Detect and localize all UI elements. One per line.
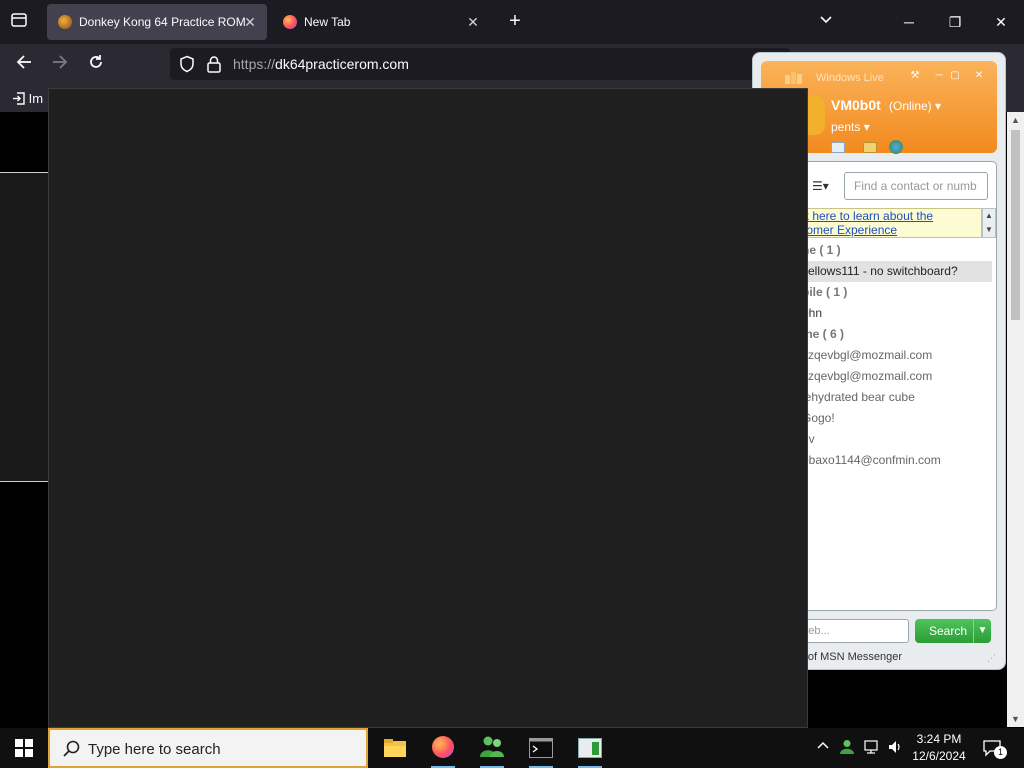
contact-search-input[interactable]: Find a contact or numb	[844, 172, 988, 200]
desktop: Donkey Kong 64 Practice ROM ✕ New Tab ✕ …	[0, 0, 1024, 768]
bookmark-label: Im	[28, 91, 44, 106]
messenger-close-button[interactable]: ✕	[973, 70, 985, 82]
show-hidden-icons-button[interactable]	[812, 728, 834, 768]
chevron-up-icon	[817, 741, 829, 749]
view-options-icon[interactable]: ☰▾	[812, 179, 829, 193]
shield-icon[interactable]	[178, 55, 196, 73]
scroll-up-icon[interactable]: ▲	[1007, 112, 1024, 128]
restore-button[interactable]: ❐	[932, 0, 978, 44]
tab-title: Donkey Kong 64 Practice ROM	[79, 15, 246, 29]
terminal-icon	[529, 738, 553, 758]
banner-line-2: tomer Experience	[803, 223, 898, 237]
display-name[interactable]: VM0b0t	[831, 97, 881, 113]
messenger-minimize-button[interactable]: ─	[933, 70, 945, 82]
windows-logo-icon	[15, 739, 33, 757]
close-tab-icon[interactable]: ✕	[241, 13, 259, 31]
import-bookmarks-button[interactable]: Im	[12, 91, 43, 106]
tab-title: New Tab	[304, 15, 351, 29]
taskbar-search-input[interactable]: Type here to search	[48, 728, 368, 768]
volume-button[interactable]	[884, 728, 906, 768]
lock-icon[interactable]	[206, 55, 222, 73]
messenger-maximize-button[interactable]: ▢	[949, 70, 961, 82]
messenger-tray-button[interactable]	[836, 728, 858, 768]
start-button[interactable]	[0, 728, 48, 768]
firefox-view-button[interactable]	[8, 11, 30, 33]
clock[interactable]: 3:24 PM 12/6/2024	[906, 731, 972, 765]
address-bar[interactable]: https://dk64practicerom.com	[170, 48, 790, 80]
web-search-button[interactable]: Search ▼	[915, 619, 991, 643]
chevron-down-icon[interactable]: ▼	[973, 619, 991, 643]
network-icon	[864, 740, 878, 754]
clock-date: 12/6/2024	[912, 749, 966, 763]
tab-donkey-kong[interactable]: Donkey Kong 64 Practice ROM ✕	[47, 4, 267, 40]
dk-favicon-icon	[58, 15, 72, 29]
firefox-view-icon	[11, 13, 27, 27]
folder-icon	[384, 739, 406, 757]
scroll-down-icon[interactable]: ▼	[1007, 711, 1024, 727]
messenger-tools-icon[interactable]: ⚒	[907, 70, 923, 82]
reload-button[interactable]	[84, 53, 108, 77]
globe-icon[interactable]	[889, 140, 903, 154]
firefox-taskbar-button[interactable]	[423, 732, 463, 768]
back-button[interactable]	[12, 53, 36, 77]
banner-line-1: k here to learn about the	[803, 209, 934, 223]
scroll-down-icon[interactable]: ▼	[983, 223, 995, 237]
personal-message-text: pents	[831, 120, 861, 134]
close-tab-icon[interactable]: ✕	[464, 13, 482, 31]
folder-icon[interactable]	[863, 142, 877, 153]
notification-badge: 1	[994, 746, 1007, 759]
network-button[interactable]	[860, 728, 882, 768]
chevron-down-icon	[820, 16, 832, 24]
firefox-favicon-icon	[283, 15, 297, 29]
firefox-icon	[432, 736, 454, 758]
new-tab-button[interactable]: +	[504, 10, 526, 32]
list-all-tabs-button[interactable]	[815, 11, 837, 33]
windows-live-logo-icon	[783, 70, 809, 86]
banner-scrollbar[interactable]: ▲ ▼	[982, 208, 996, 238]
scrollbar-thumb[interactable]	[1011, 130, 1020, 320]
messenger-buddy-icon	[480, 736, 504, 757]
taskbar: Type here to search 3:24 PM 12/6/2024 1	[0, 728, 1024, 768]
terminal-taskbar-button[interactable]	[521, 732, 561, 768]
search-placeholder: Type here to search	[88, 741, 221, 758]
browser-tab-strip: Donkey Kong 64 Practice ROM ✕ New Tab ✕ …	[0, 0, 1024, 44]
avatar[interactable]	[807, 95, 825, 135]
mail-icon[interactable]	[831, 142, 845, 153]
messenger-taskbar-button[interactable]	[472, 732, 512, 768]
app-taskbar-button[interactable]	[570, 732, 610, 768]
page-scrollbar[interactable]: ▲ ▼	[1007, 112, 1024, 727]
resize-grip-icon[interactable]: ⋰	[987, 653, 999, 665]
status-label[interactable]: (Online) ▾	[889, 99, 941, 113]
window-app-icon	[578, 738, 602, 758]
action-center-button[interactable]: 1	[980, 736, 1010, 760]
search-button-label: Search	[929, 624, 968, 638]
arrow-left-icon	[16, 55, 31, 69]
arrow-right-icon	[53, 55, 68, 69]
forward-button[interactable]	[48, 53, 72, 77]
url-host: dk64practicerom.com	[275, 56, 409, 72]
messenger-tray-icon	[840, 740, 854, 754]
speaker-icon	[889, 741, 900, 753]
file-explorer-button[interactable]	[375, 732, 415, 764]
tab-new-tab[interactable]: New Tab ✕	[272, 4, 490, 40]
reload-icon	[90, 55, 102, 68]
search-icon	[63, 740, 80, 757]
close-window-button[interactable]: ✕	[978, 0, 1024, 44]
minimize-button[interactable]: ─	[886, 0, 932, 44]
messenger-title: Windows Live	[816, 72, 884, 84]
url-text[interactable]: https://dk64practicerom.com	[233, 56, 409, 72]
url-scheme: https://	[233, 56, 276, 72]
page-video-region	[0, 172, 48, 482]
scroll-up-icon[interactable]: ▲	[983, 209, 995, 223]
status-text: (Online)	[889, 99, 932, 113]
clock-time: 3:24 PM	[916, 732, 962, 746]
personal-message[interactable]: pents ▾	[831, 120, 870, 134]
blank-overlay-window	[48, 88, 808, 728]
import-icon	[13, 92, 25, 105]
